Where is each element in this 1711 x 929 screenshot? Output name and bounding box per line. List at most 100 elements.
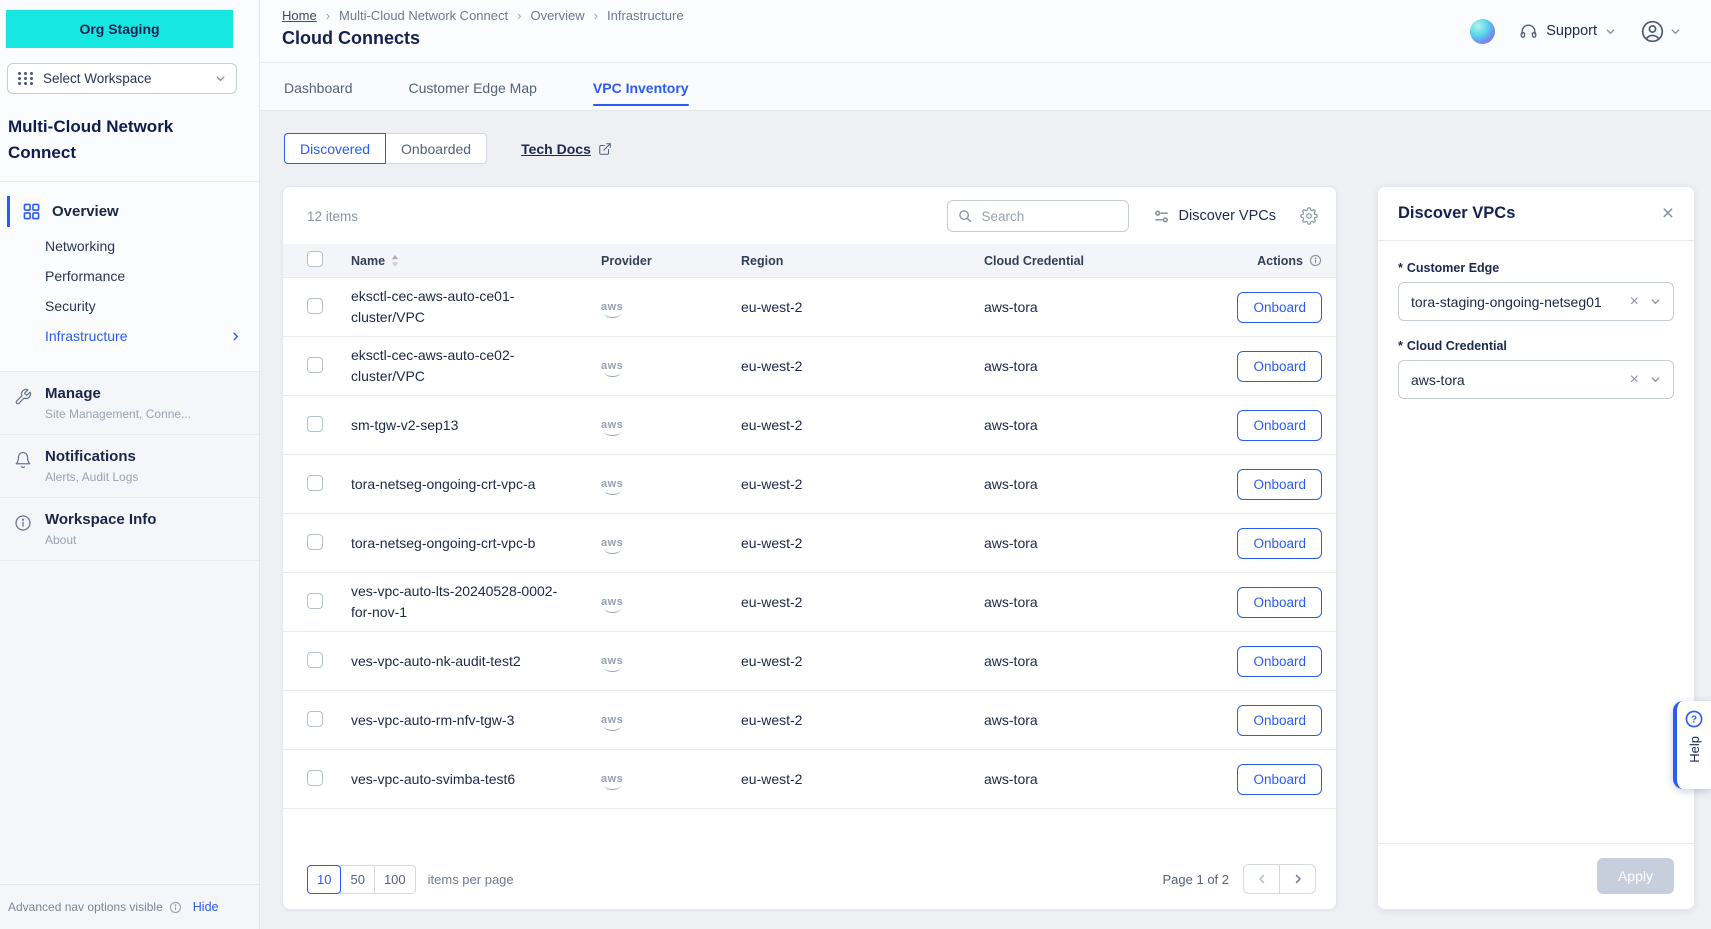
support-menu[interactable]: Support bbox=[1519, 22, 1616, 41]
org-banner[interactable]: Org Staging bbox=[6, 10, 233, 48]
provider-cell: aws bbox=[601, 592, 741, 613]
row-checkbox[interactable] bbox=[307, 416, 323, 432]
aws-provider-icon: aws bbox=[601, 597, 623, 613]
workspace-selector[interactable]: Select Workspace bbox=[7, 63, 237, 94]
page-indicator: Page 1 of 2 bbox=[1163, 872, 1230, 887]
segment-onboarded[interactable]: Onboarded bbox=[386, 133, 487, 164]
sidebar-item-performance[interactable]: Performance bbox=[0, 261, 259, 291]
sidebar-item-security[interactable]: Security bbox=[0, 291, 259, 321]
sidebar-item-infrastructure[interactable]: Infrastructure bbox=[0, 321, 259, 351]
tab-dashboard[interactable]: Dashboard bbox=[284, 63, 353, 110]
onboard-button[interactable]: Onboard bbox=[1237, 587, 1322, 618]
sidebar-item-notifications[interactable]: Notifications Alerts, Audit Logs bbox=[0, 435, 259, 498]
tech-docs-label: Tech Docs bbox=[521, 141, 591, 157]
gear-icon[interactable] bbox=[1300, 207, 1318, 225]
apply-button[interactable]: Apply bbox=[1597, 858, 1674, 894]
clear-icon[interactable]: × bbox=[1630, 371, 1639, 389]
topbar: HomeMulti-Cloud Network ConnectOverviewI… bbox=[260, 0, 1711, 63]
cloud-credential-field: *Cloud Credential aws-tora × bbox=[1398, 339, 1674, 399]
clear-icon[interactable]: × bbox=[1630, 293, 1639, 311]
provider-cell: aws bbox=[601, 356, 741, 377]
region-cell: eu-west-2 bbox=[741, 712, 984, 728]
sidebar-sections: Manage Site Management, Conne... Notific… bbox=[0, 371, 259, 561]
sidebar-item-overview[interactable]: Overview bbox=[7, 196, 259, 227]
field-label: *Cloud Credential bbox=[1398, 339, 1674, 353]
content: Discovered Onboarded Tech Docs 12 items bbox=[260, 111, 1711, 929]
onboard-button[interactable]: Onboard bbox=[1237, 764, 1322, 795]
column-header-name[interactable]: Name bbox=[351, 254, 601, 268]
body: 12 items bbox=[260, 164, 1711, 929]
vpc-name: ves-vpc-auto-rm-nfv-tgw-3 bbox=[351, 710, 563, 731]
external-link-icon bbox=[598, 142, 612, 156]
onboard-button[interactable]: Onboard bbox=[1237, 469, 1322, 500]
table-row: ves-vpc-auto-svimba-test6 aws eu-west-2 … bbox=[283, 749, 1336, 808]
credential-cell: aws-tora bbox=[984, 594, 1200, 610]
select-all-checkbox[interactable] bbox=[307, 251, 323, 267]
credential-cell: aws-tora bbox=[984, 771, 1200, 787]
page-size-group: 1050100 bbox=[307, 865, 416, 894]
breadcrumb-item[interactable]: Overview bbox=[508, 8, 585, 23]
required-asterisk: * bbox=[1398, 339, 1403, 353]
provider-cell: aws bbox=[601, 710, 741, 731]
aws-provider-icon: aws bbox=[601, 715, 623, 731]
tech-docs-link[interactable]: Tech Docs bbox=[521, 141, 612, 157]
search-input[interactable] bbox=[980, 208, 1118, 225]
row-checkbox[interactable] bbox=[307, 298, 323, 314]
question-circle-icon: ? bbox=[1685, 710, 1703, 728]
onboard-button[interactable]: Onboard bbox=[1237, 646, 1322, 677]
info-icon[interactable] bbox=[1309, 254, 1322, 267]
next-page-button[interactable] bbox=[1279, 864, 1316, 894]
workspace-grid-icon bbox=[18, 72, 34, 85]
close-icon[interactable]: × bbox=[1662, 203, 1674, 224]
chevron-down-icon bbox=[1670, 26, 1681, 37]
breadcrumb: HomeMulti-Cloud Network ConnectOverviewI… bbox=[282, 8, 684, 23]
help-tab[interactable]: ? Help bbox=[1673, 701, 1711, 789]
hide-nav-link[interactable]: Hide bbox=[193, 900, 219, 914]
row-checkbox[interactable] bbox=[307, 770, 323, 786]
selected-value: tora-staging-ongoing-netseg01 bbox=[1411, 294, 1630, 310]
sidebar-item-networking[interactable]: Networking bbox=[0, 231, 259, 261]
row-checkbox[interactable] bbox=[307, 593, 323, 609]
cloud-credential-select[interactable]: aws-tora × bbox=[1398, 360, 1674, 399]
account-menu[interactable] bbox=[1640, 19, 1681, 44]
onboard-button[interactable]: Onboard bbox=[1237, 351, 1322, 382]
onboard-button[interactable]: Onboard bbox=[1237, 410, 1322, 441]
row-checkbox[interactable] bbox=[307, 534, 323, 550]
tab-customer-edge-map[interactable]: Customer Edge Map bbox=[409, 63, 537, 110]
credential-cell: aws-tora bbox=[984, 299, 1200, 315]
aws-provider-icon: aws bbox=[601, 361, 623, 377]
field-label: *Customer Edge bbox=[1398, 261, 1674, 275]
page-size-100[interactable]: 100 bbox=[374, 865, 416, 894]
panel-header: Discover VPCs × bbox=[1378, 187, 1694, 241]
vpc-name: ves-vpc-auto-lts-20240528-0002-for-nov-1 bbox=[351, 581, 563, 623]
breadcrumb-item[interactable]: Infrastructure bbox=[585, 8, 684, 23]
page-size-10[interactable]: 10 bbox=[307, 865, 341, 894]
breadcrumb-item[interactable]: Home bbox=[282, 8, 317, 23]
onboard-button[interactable]: Onboard bbox=[1237, 292, 1322, 323]
assistant-sphere-icon[interactable] bbox=[1470, 19, 1495, 44]
aws-provider-icon: aws bbox=[601, 538, 623, 554]
sidebar-item-workspace-info[interactable]: Workspace Info About bbox=[0, 498, 259, 561]
row-checkbox[interactable] bbox=[307, 652, 323, 668]
table-body: eksctl-cec-aws-auto-ce01-cluster/VPC aws… bbox=[283, 277, 1336, 809]
required-asterisk: * bbox=[1398, 261, 1403, 275]
breadcrumb-item[interactable]: Multi-Cloud Network Connect bbox=[317, 8, 508, 23]
row-checkbox[interactable] bbox=[307, 711, 323, 727]
discover-vpcs-button[interactable]: Discover VPCs bbox=[1153, 208, 1277, 225]
region-cell: eu-west-2 bbox=[741, 653, 984, 669]
tab-vpc-inventory[interactable]: VPC Inventory bbox=[593, 63, 689, 110]
customer-edge-select[interactable]: tora-staging-ongoing-netseg01 × bbox=[1398, 282, 1674, 321]
previous-page-button[interactable] bbox=[1243, 864, 1280, 894]
row-checkbox[interactable] bbox=[307, 357, 323, 373]
onboard-button[interactable]: Onboard bbox=[1237, 705, 1322, 736]
chevron-down-icon bbox=[1650, 374, 1661, 385]
onboard-button[interactable]: Onboard bbox=[1237, 528, 1322, 559]
row-checkbox[interactable] bbox=[307, 475, 323, 491]
selected-value: aws-tora bbox=[1411, 372, 1630, 388]
aws-provider-icon: aws bbox=[601, 656, 623, 672]
segment-discovered[interactable]: Discovered bbox=[284, 133, 386, 164]
page-size-50[interactable]: 50 bbox=[340, 865, 374, 894]
table-row: ves-vpc-auto-rm-nfv-tgw-3 aws eu-west-2 … bbox=[283, 690, 1336, 749]
sidebar-item-manage[interactable]: Manage Site Management, Conne... bbox=[0, 372, 259, 435]
region-cell: eu-west-2 bbox=[741, 358, 984, 374]
